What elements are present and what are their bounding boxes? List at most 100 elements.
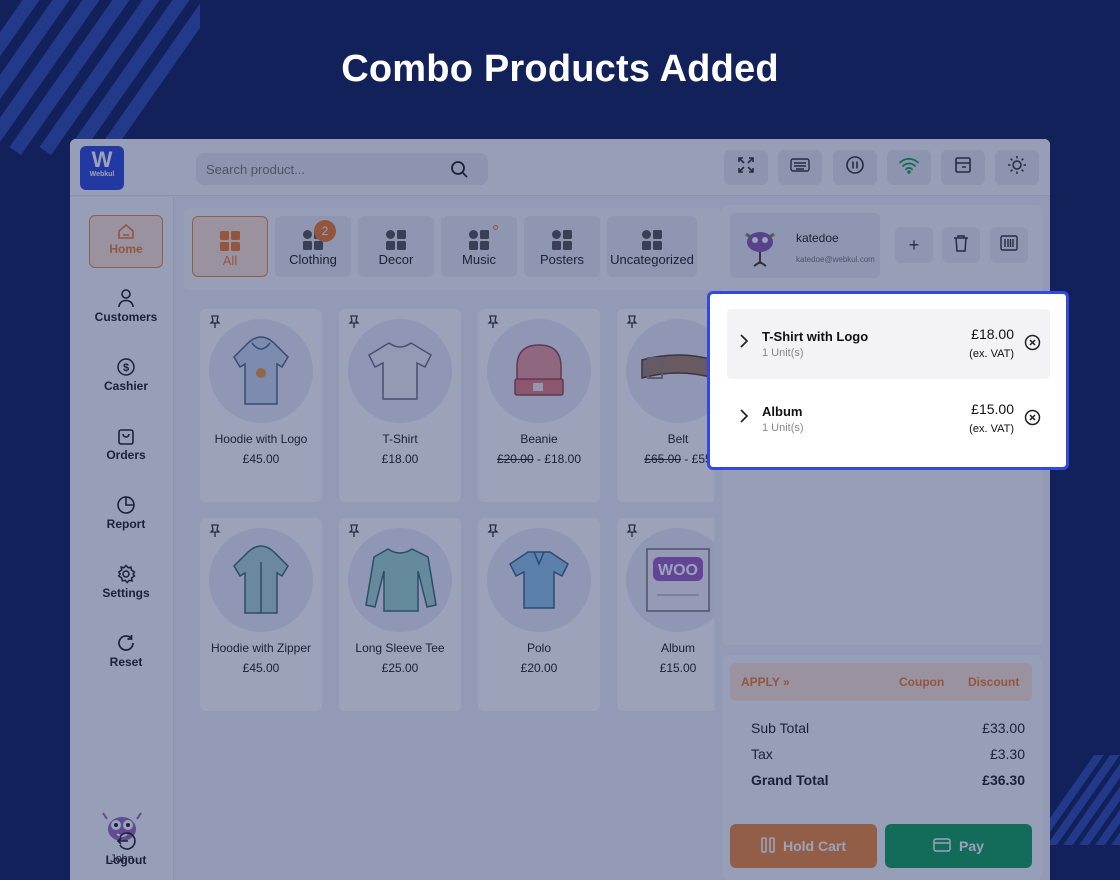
svg-text:WOO: WOO [658,562,698,579]
product-name: Polo [526,641,552,655]
product-card[interactable]: Belt £65.00 - £55 [617,309,714,502]
sidebar-item-customers[interactable]: Customers [89,284,163,337]
theme-button[interactable] [995,150,1039,185]
pin-icon[interactable] [625,315,639,334]
old-price: £65.00 [644,452,681,466]
cart-item-qty: 1 Unit(s) [762,347,804,359]
page-headline: Combo Products Added [341,48,779,90]
pin-icon[interactable] [486,315,500,334]
customer-email: katedoe@webkul.com [796,255,875,264]
sidebar-item-report[interactable]: Report [89,491,163,544]
category-shapes-icon [275,216,351,252]
sidebar-item-label: Orders [106,448,146,462]
category-clothing[interactable]: Clothing [275,216,351,277]
pay-button[interactable]: Pay [885,824,1032,868]
product-card[interactable]: Beanie £20.00 - £18.00 [478,309,600,502]
search-icon[interactable] [450,160,468,183]
combo-items-popup: T-Shirt with Logo 1 Unit(s) £18.00 (ex. … [707,291,1069,470]
fullscreen-button[interactable] [724,150,768,185]
chevron-right-icon[interactable] [738,408,750,429]
pin-icon[interactable] [625,524,639,543]
product-price: £65.00 - £55 [617,452,714,466]
beanie-icon [487,319,591,423]
customer-card[interactable]: katedoe katedoe@webkul.com [730,213,880,278]
category-shapes-icon [524,216,600,252]
sidebar-item-orders[interactable]: Orders [89,422,163,475]
logout-button[interactable]: Logout [89,827,163,875]
hold-cart-button[interactable]: Hold Cart [730,824,877,868]
pin-icon[interactable] [208,524,222,543]
product-card[interactable]: Long Sleeve Tee £25.00 [339,518,461,711]
apply-bar[interactable]: APPLY » Coupon Discount [730,663,1032,701]
sidebar-item-cashier[interactable]: $ Cashier [89,353,163,406]
sidebar-item-home[interactable]: Home [89,215,163,268]
price-value: £18.00 [544,452,582,466]
pos-app-window: W Webkul Home [70,139,1050,880]
total-value: £3.30 [989,746,1025,762]
keyboard-icon [790,157,810,178]
card-icon [933,837,951,855]
sidebar-item-reset[interactable]: Reset [89,629,163,682]
pin-icon[interactable] [347,315,361,334]
logo-text: Webkul [89,171,115,178]
product-price: £20.00 [478,661,600,675]
sidebar-item-settings[interactable]: Settings [89,560,163,613]
product-price: £15.00 [617,661,714,675]
cash-drawer-button[interactable] [941,150,985,185]
plus-icon: + [908,234,920,255]
price-separator: - [533,452,545,466]
cart-item-price: £18.00 [971,326,1014,342]
category-posters[interactable]: Posters [524,216,600,277]
pause-icon [845,155,865,180]
hoodie-icon [209,319,313,423]
cart-item[interactable]: T-Shirt with Logo 1 Unit(s) £18.00 (ex. … [727,309,1050,379]
barcode-button[interactable] [990,227,1028,263]
pin-icon[interactable] [208,315,222,334]
price-value: £20.00 [520,661,558,675]
product-card[interactable]: Hoodie with Zipper £45.00 [200,518,322,711]
category-shapes-icon [607,216,697,252]
apply-label[interactable]: APPLY » [741,675,790,689]
category-uncategorized[interactable]: Uncategorized [607,216,697,277]
coupon-link[interactable]: Coupon [899,675,944,689]
pie-chart-icon [89,491,163,517]
grand-total-row: Grand Total £36.30 [751,772,1025,788]
product-card[interactable]: T-Shirt £18.00 [339,309,461,502]
category-all[interactable]: All [192,216,268,277]
product-card[interactable]: Hoodie with Logo £45.00 [200,309,322,502]
wifi-button[interactable] [887,150,931,185]
decorative-stripes-bottom-right [1040,755,1120,845]
clear-cart-button[interactable] [942,227,980,263]
product-price: £25.00 [339,661,461,675]
product-price: £45.00 [200,452,322,466]
old-price: £20.00 [496,452,534,466]
category-label: All [222,253,238,268]
product-card[interactable]: WOO Album £15.00 [617,518,714,711]
cart-count-badge: 2 [314,220,336,242]
keyboard-button[interactable] [778,150,822,185]
fullscreen-icon [737,156,755,179]
pin-icon[interactable] [347,524,361,543]
product-name: Long Sleeve Tee [355,641,445,655]
drawer-icon [954,156,972,179]
search-box [196,153,488,185]
hold-icon [761,836,775,856]
sidebar: Home Customers $ Cashier Orders Report S… [70,197,174,880]
belt-icon [626,319,714,423]
category-decor[interactable]: Decor [358,216,434,277]
remove-item-icon[interactable] [1024,409,1041,431]
remove-item-icon[interactable] [1024,334,1041,356]
cart-item[interactable]: Album 1 Unit(s) £15.00 (ex. VAT) [727,384,1050,454]
total-label: Sub Total [751,720,810,736]
pause-button[interactable] [833,150,877,185]
pin-icon[interactable] [486,524,500,543]
category-music[interactable]: Music [441,216,517,277]
apply-text: APPLY [741,675,780,689]
search-input[interactable] [196,153,436,185]
price-value: £45.00 [242,661,280,675]
product-card[interactable]: Polo £20.00 [478,518,600,711]
category-shapes-icon [441,216,517,252]
add-customer-button[interactable]: + [895,227,933,263]
chevron-right-icon[interactable] [738,333,750,354]
discount-link[interactable]: Discount [968,675,1019,689]
